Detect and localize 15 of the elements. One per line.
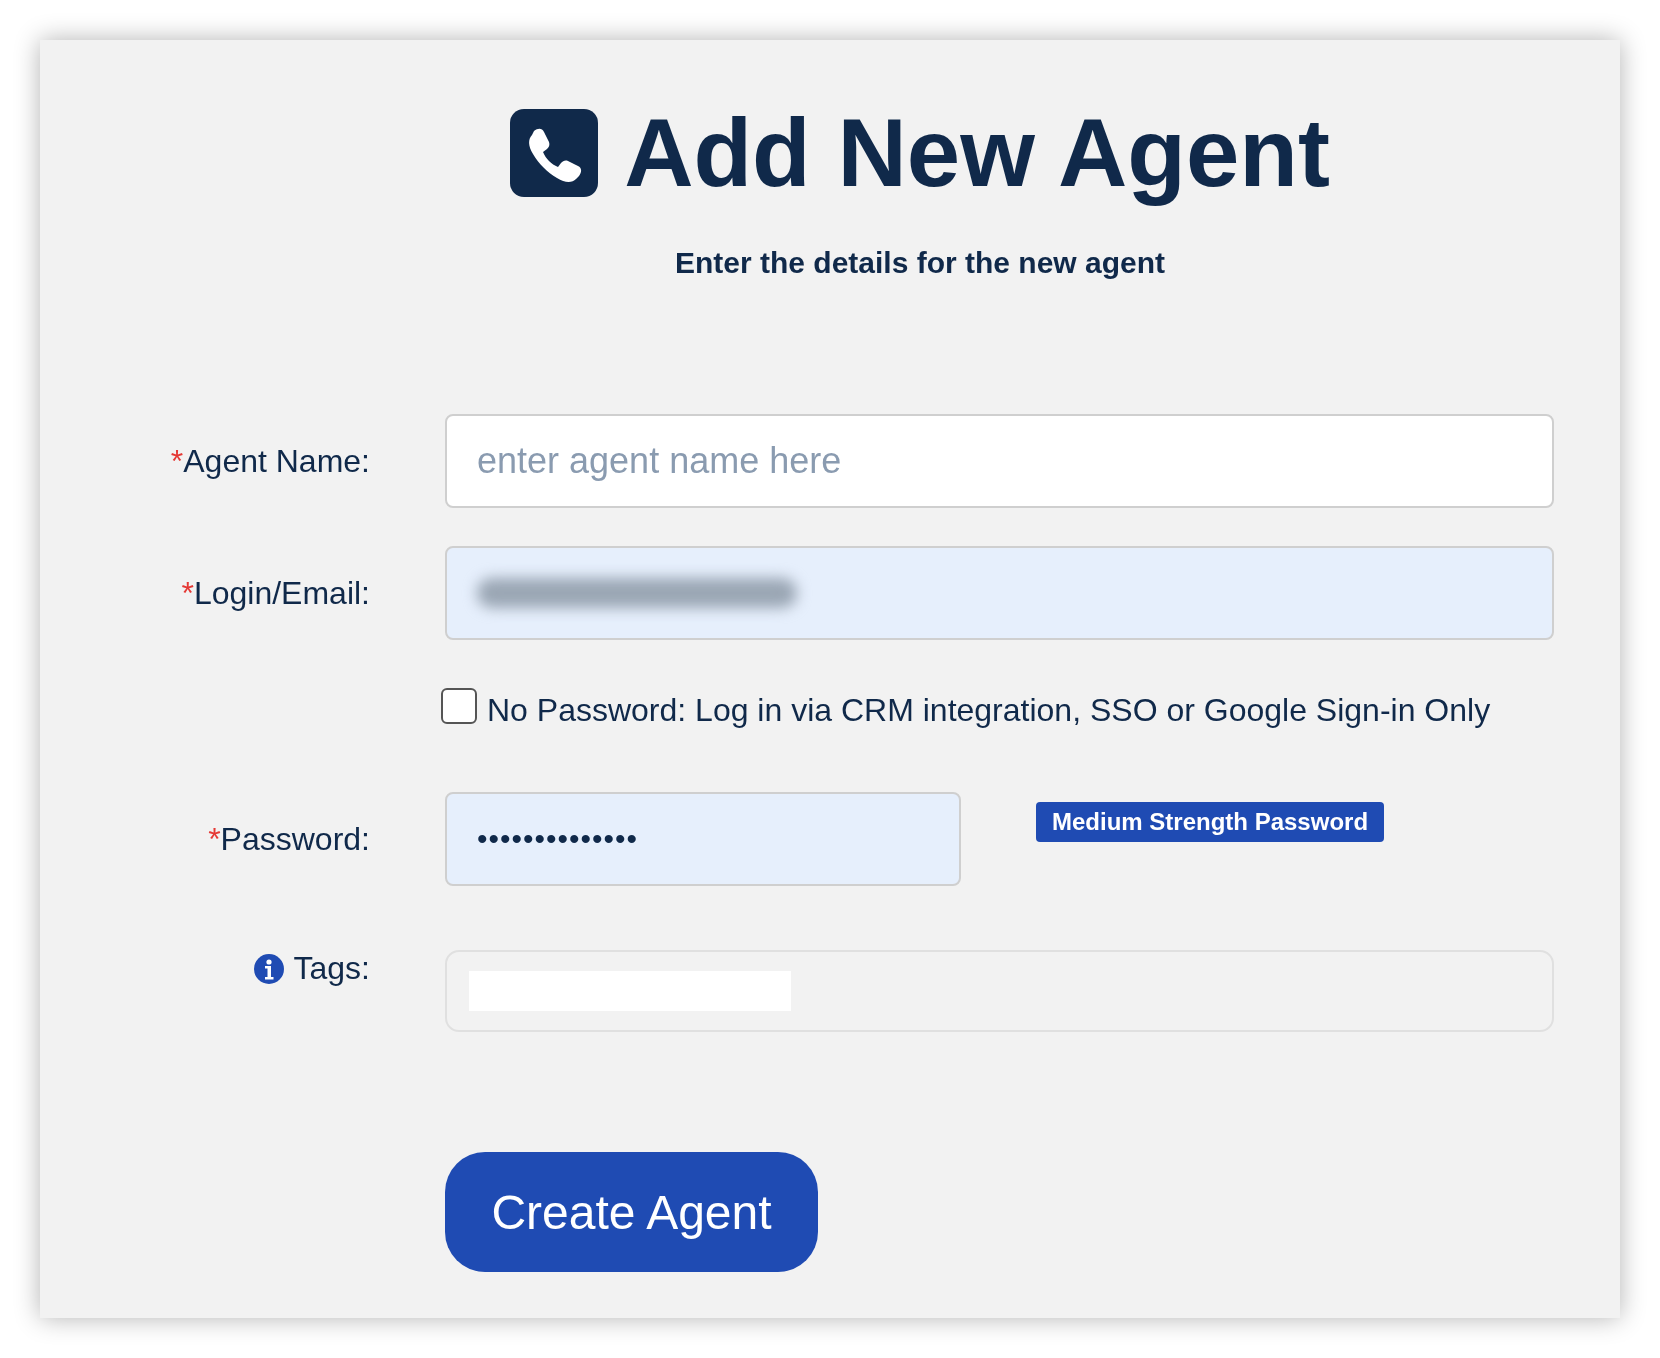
field-label: *Login/Email: <box>181 574 370 612</box>
phone-icon <box>510 109 599 197</box>
no-password-checkbox[interactable]: No Password: Log in via CRM integration, SSO or Google Sign-in Only <box>441 688 1554 732</box>
field-label: *Password: <box>208 820 370 858</box>
info-icon[interactable] <box>253 953 284 984</box>
create-agent-button[interactable]: Create Agent <box>445 1152 818 1272</box>
subtitle: Enter the details for the new agent <box>673 246 1167 280</box>
tags-field[interactable] <box>445 950 1554 1032</box>
email-field[interactable] <box>445 546 1554 640</box>
agent-name-field[interactable]: enter agent name here <box>445 414 1554 508</box>
field-label: Tags: <box>253 950 370 987</box>
password-field[interactable]: •••••••••••••• <box>445 792 961 886</box>
field-label: *Agent Name: <box>170 442 370 480</box>
strength-badge: Medium Strength Password <box>1036 802 1385 842</box>
page-title: Add New Agent <box>624 98 1330 208</box>
